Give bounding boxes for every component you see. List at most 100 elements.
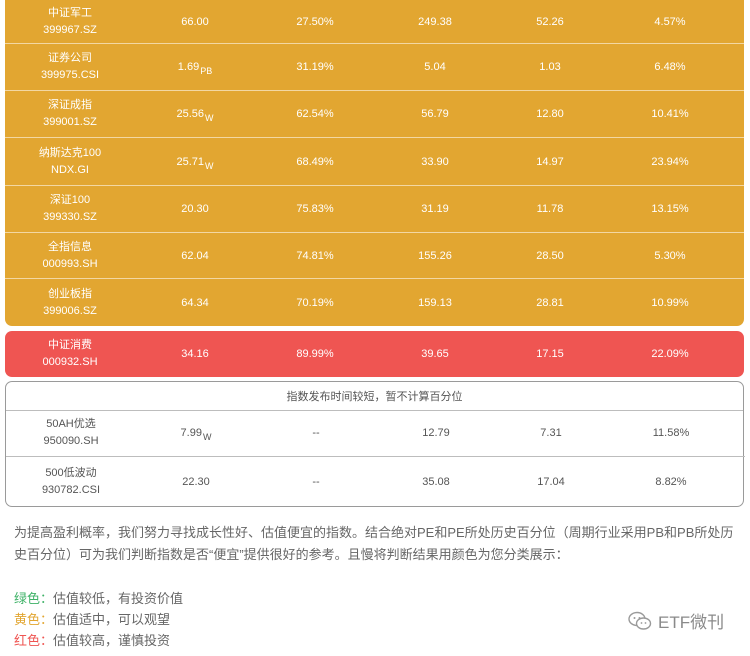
value-5: 13.15% xyxy=(651,203,689,215)
value-4: 1.03 xyxy=(539,61,561,73)
value-4: 17.15 xyxy=(536,348,564,360)
value-3: 56.79 xyxy=(421,108,449,120)
index-code: 950090.SH xyxy=(43,435,99,447)
value-5: 4.57% xyxy=(654,15,686,28)
index-code: 399001.SZ xyxy=(43,116,97,128)
value-5: 5.30% xyxy=(654,249,686,262)
metric-suffix: PB xyxy=(200,66,213,76)
value-5: 10.41% xyxy=(651,108,689,120)
pe-value: 34.16 xyxy=(181,348,209,360)
index-code: 399967.SZ xyxy=(43,23,97,36)
watermark: ETF微刊 xyxy=(628,608,724,633)
pe-value: 1.69 xyxy=(177,61,200,73)
watermark-text: ETF微刊 xyxy=(658,613,725,632)
pe-value: 20.30 xyxy=(181,203,209,215)
value-5: 22.09% xyxy=(651,348,689,360)
percentile-value: 68.49% xyxy=(296,155,334,168)
index-code: 000932.SH xyxy=(42,356,98,368)
index-name: 中证消费 xyxy=(48,339,92,351)
value-5: 23.94% xyxy=(651,155,689,168)
value-4: 28.81 xyxy=(536,296,564,309)
pe-value: 64.34 xyxy=(181,296,209,309)
percentile-value: 89.99% xyxy=(296,348,334,360)
table-row[interactable]: 全指信息 000993.SH 62.04 74.81% 155.26 28.50 … xyxy=(5,233,744,279)
value-4: 11.78 xyxy=(536,203,564,215)
legend-red: 红色：估值较高，谨慎投资 xyxy=(14,631,170,651)
table-row[interactable]: 50AH优选 950090.SH 7.99 W -- 12.79 7.31 11.5… xyxy=(6,410,745,457)
index-name: 中证军工 xyxy=(48,6,92,19)
value-3: 249.38 xyxy=(418,15,452,28)
value-3: 33.90 xyxy=(421,155,449,168)
pe-value: 22.30 xyxy=(182,475,210,488)
value-5: 6.48% xyxy=(654,61,686,73)
value-5: 8.82% xyxy=(655,475,687,488)
legend-color-label: 绿色： xyxy=(14,591,54,606)
value-3: 5.04 xyxy=(424,61,446,73)
value-3: 35.08 xyxy=(422,475,450,488)
index-name: 全指信息 xyxy=(48,240,92,253)
index-code: 399330.SZ xyxy=(43,211,97,223)
percentile-value: 70.19% xyxy=(296,296,334,309)
wechat-icon xyxy=(628,611,652,630)
metric-suffix: W xyxy=(202,432,212,442)
value-5: 11.58% xyxy=(652,427,690,439)
value-3: 12.79 xyxy=(422,427,450,439)
index-name: 500低波动 xyxy=(45,466,97,479)
legend-color-label: 黄色： xyxy=(14,612,54,627)
table-row[interactable]: 中证消费 000932.SH 34.16 89.99% 39.65 17.15 2… xyxy=(5,331,744,377)
table-row[interactable]: 深证成指 399001.SZ 25.56 W 62.54% 56.79 12.80 … xyxy=(5,91,744,138)
metric-suffix: W xyxy=(205,160,214,171)
index-name: 证券公司 xyxy=(48,52,92,64)
value-3: 31.19 xyxy=(421,203,449,215)
legend-yellow: 黄色：估值适中，可以观望 xyxy=(14,610,170,630)
index-name: 深证成指 xyxy=(48,99,92,111)
index-code: 000993.SH xyxy=(42,257,98,270)
index-name: 创业板指 xyxy=(48,287,92,300)
percentile-value: -- xyxy=(312,427,320,439)
percentile-value: 75.83% xyxy=(296,203,334,215)
legend-description: 估值较低，有投资价值 xyxy=(53,591,184,606)
legend-green: 绿色：估值较低，有投资价值 xyxy=(14,589,183,609)
value-3: 159.13 xyxy=(418,296,452,309)
value-5: 10.99% xyxy=(651,296,689,309)
index-name: 50AH优选 xyxy=(46,418,96,430)
percentile-value: 27.50% xyxy=(296,15,334,28)
metric-suffix: W xyxy=(205,113,214,123)
index-code: NDX.GI xyxy=(51,163,89,176)
table-row[interactable]: 中证军工 399967.SZ 66.00 27.50% 249.38 52.26 … xyxy=(5,0,744,44)
explanation-paragraph: 为提高盈利概率，我们努力寻找成长性好、估值便宜的指数。结合绝对PE和PE所处历史… xyxy=(14,525,734,562)
table-row[interactable]: 深证100 399330.SZ 20.30 75.83% 31.19 11.78 … xyxy=(5,186,744,233)
pe-value: 25.71 xyxy=(176,155,205,168)
value-4: 17.04 xyxy=(537,475,565,488)
index-code: 930782.CSI xyxy=(41,483,101,496)
legend-description: 估值适中，可以观望 xyxy=(53,612,171,627)
value-4: 14.97 xyxy=(536,155,564,168)
value-4: 7.31 xyxy=(540,427,562,439)
percentile-notice: 指数发布时间较短，暂不计算百分位 xyxy=(6,382,743,411)
table-row[interactable]: 纳斯达克100 NDX.GI 25.71 W 68.49% 33.90 14.97 … xyxy=(5,138,744,186)
pe-value: 62.04 xyxy=(181,249,209,262)
table-row[interactable]: 证券公司 399975.CSI 1.69 PB 31.19% 5.04 1.03 6… xyxy=(5,44,744,91)
value-4: 28.50 xyxy=(536,249,564,262)
red-valuation-table: 中证消费 000932.SH 34.16 89.99% 39.65 17.15 2… xyxy=(5,331,744,377)
index-name: 深证100 xyxy=(49,194,91,206)
legend-color-label: 红色： xyxy=(14,633,54,648)
value-4: 52.26 xyxy=(536,15,564,28)
new-index-table: 指数发布时间较短，暂不计算百分位 50AH优选 950090.SH 7.99 W -… xyxy=(5,381,745,507)
pe-value: 66.00 xyxy=(181,15,209,28)
table-row[interactable]: 创业板指 399006.SZ 64.34 70.19% 159.13 28.81 … xyxy=(5,279,744,326)
value-4: 12.80 xyxy=(536,108,564,120)
value-3: 39.65 xyxy=(421,348,449,360)
table-row[interactable]: 500低波动 930782.CSI 22.30 -- 35.08 17.04 8.… xyxy=(6,457,745,506)
yellow-valuation-table: 中证军工 399967.SZ 66.00 27.50% 249.38 52.26 … xyxy=(5,0,744,326)
percentile-value: 62.54% xyxy=(296,108,334,120)
index-name: 纳斯达克100 xyxy=(38,146,102,159)
percentile-value: -- xyxy=(312,475,320,488)
index-code: 399975.CSI xyxy=(40,69,100,81)
value-3: 155.26 xyxy=(418,249,452,262)
percentile-value: 74.81% xyxy=(296,249,334,262)
legend-description: 估值较高，谨慎投资 xyxy=(53,633,171,648)
pe-value: 25.56 xyxy=(176,108,205,120)
pe-value: 7.99 xyxy=(180,427,202,439)
index-code: 399006.SZ xyxy=(43,304,97,317)
